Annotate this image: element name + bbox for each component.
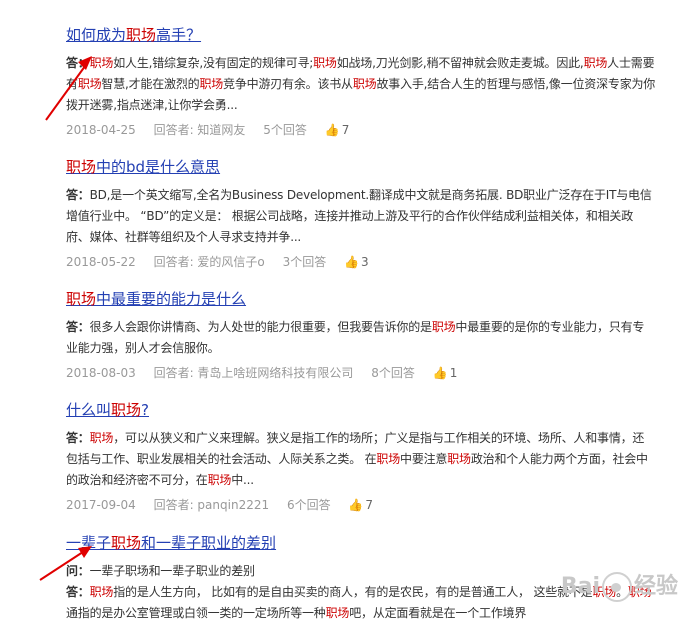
thumbs-up-icon: 👍 [348,498,364,512]
snippet-label: 问： [66,564,90,578]
result-answer-count[interactable]: 3个回答 [283,255,327,269]
title-text: ? [141,401,149,419]
result-snippet: 答：职场，可以从狭义和广义来理解。狭义是指工作的场所；广义是指与工作相关的环境、… [66,428,656,491]
like-count: 1 [449,366,458,380]
like-button[interactable]: 👍 7 [348,498,387,512]
snippet-text: 如战场,刀光剑影,稍不留神就会败走麦城。因此, [336,56,584,70]
snippet-label: 答： [66,585,90,599]
result-title-link[interactable]: 职场中最重要的能力是什么 [66,289,656,309]
result-snippet: 答：职场如人生,错综复杂,没有固定的规律可寻;职场如战场,刀光剑影,稍不留神就会… [66,53,656,116]
title-text: 什么叫 [66,401,112,419]
title-keyword: 职场 [126,26,157,44]
snippet-keyword: 职场 [376,452,401,466]
result-meta: 2018-05-22 回答者: 爱的风信子o 3个回答 👍 3 [66,252,656,272]
snippet-text: 中... [231,473,254,487]
baidu-watermark: Bai 经验 [561,568,678,602]
result-title-link[interactable]: 如何成为职场高手？ [66,25,656,45]
snippet-keyword: 职场 [313,56,337,70]
snippet-text: 通指的是办公室管理或白领一类的一定场所等一种 [66,606,326,620]
title-text: 高手？ [156,26,202,44]
title-keyword: 职场 [111,401,142,419]
snippet-label: 答： [66,56,90,70]
paw-icon [601,572,632,602]
snippet-text: 很多人会跟你讲情商、为人处世的能力很重要，但我要告诉你的是 [89,320,432,334]
snippet-text: 指的是人生方向， 比如有的是自由买卖的商人，有的是农民，有的是普通工人， 这些就… [113,585,593,599]
snippet-keyword: 职场 [352,77,377,91]
result-date: 2018-08-03 [66,366,136,380]
snippet-keyword: 职场 [583,56,608,70]
snippet-text: 一辈子职场和一辈子职业的差别 [89,564,255,578]
thumbs-up-icon: 👍 [432,366,448,380]
snippet-text: BD,是一个英文缩写,全名为Business Development.翻译成中文… [66,188,652,244]
snippet-keyword: 职场 [199,77,224,91]
snippet-keyword: 职场 [89,585,114,599]
result-meta: 2018-04-25 回答者: 知道网友 5个回答 👍 7 [66,120,656,140]
snippet-text: 中要注意 [400,452,448,466]
result-item: 职场中最重要的能力是什么 答：很多人会跟你讲情商、为人处世的能力很重要，但我要告… [66,289,656,383]
snippet-label: 答： [66,188,90,202]
result-snippet: 答：很多人会跟你讲情商、为人处世的能力很重要，但我要告诉你的是职场中最重要的是你… [66,317,656,359]
snippet-keyword: 职场 [447,452,471,466]
result-item: 什么叫职场? 答：职场，可以从狭义和广义来理解。狭义是指工作的场所；广义是指与工… [66,400,656,515]
like-count: 7 [365,498,373,512]
snippet-keyword: 职场 [207,473,232,487]
thumbs-up-icon: 👍 [324,123,340,137]
result-answerer[interactable]: 回答者: 青岛上啥班网络科技有限公司 [154,366,354,380]
like-count: 7 [341,123,350,137]
like-button[interactable]: 👍 7 [325,123,364,137]
result-date: 2018-04-25 [66,123,136,137]
snippet-keyword: 职场 [89,431,114,445]
snippet-text: 吧，从定面看就是在一个工作境界 [349,606,527,620]
title-text: 一辈子 [66,534,112,552]
snippet-text: 竞争中游刃有余。该书从 [223,77,353,91]
snippet-keyword: 职场 [431,320,456,334]
result-date: 2017-09-04 [66,498,136,512]
thumbs-up-icon: 👍 [344,255,360,269]
result-item: 如何成为职场高手？ 答：职场如人生,错综复杂,没有固定的规律可寻;职场如战场,刀… [66,25,656,140]
result-title-link[interactable]: 职场中的bd是什么意思 [66,157,656,177]
title-text: 中的bd是什么意思 [96,158,221,176]
title-keyword: 职场 [66,290,97,308]
result-meta: 2018-08-03 回答者: 青岛上啥班网络科技有限公司 8个回答 👍 1 [66,363,656,383]
snippet-label: 答： [66,320,90,334]
result-answerer[interactable]: 回答者: 爱的风信子o [154,255,265,269]
result-item: 职场中的bd是什么意思 答：BD,是一个英文缩写,全名为Business Dev… [66,157,656,272]
like-count: 3 [361,255,369,269]
title-keyword: 职场 [66,158,97,176]
result-meta: 2017-09-04 回答者: panqin2221 6个回答 👍 7 [66,495,656,515]
result-answerer[interactable]: 回答者: panqin2221 [154,498,270,512]
title-text: 如何成为 [66,26,127,44]
like-button[interactable]: 👍 1 [433,366,472,380]
result-title-link[interactable]: 什么叫职场? [66,400,656,420]
result-title-link[interactable]: 一辈子职场和一辈子职业的差别 [66,533,656,553]
title-text: 中最重要的能力是什么 [96,290,247,308]
result-answer-count[interactable]: 8个回答 [371,366,415,380]
title-text: 和一辈子职业的差别 [141,534,277,552]
snippet-text: 智慧,才能在激烈的 [101,77,200,91]
result-answer-count[interactable]: 5个回答 [263,123,307,137]
result-answer-count[interactable]: 6个回答 [287,498,331,512]
snippet-keyword: 职场 [325,606,350,620]
snippet-keyword: 职场 [77,77,102,91]
snippet-keyword: 职场 [89,56,114,70]
snippet-text: 如人生,错综复杂,没有固定的规律可寻; [113,56,314,70]
title-keyword: 职场 [111,534,142,552]
result-answerer[interactable]: 回答者: 知道网友 [154,123,246,137]
result-date: 2018-05-22 [66,255,136,269]
snippet-label: 答： [66,431,90,445]
like-button[interactable]: 👍 3 [344,255,383,269]
result-snippet: 答：BD,是一个英文缩写,全名为Business Development.翻译成… [66,185,656,248]
